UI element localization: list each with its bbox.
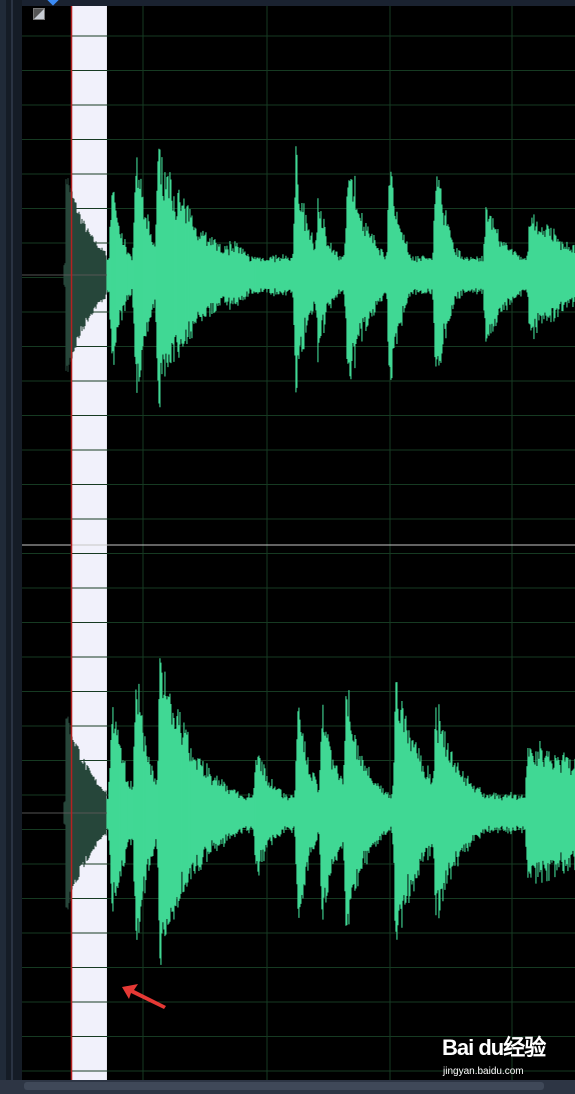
horizontal-scrollbar[interactable] [0, 1080, 575, 1094]
waveform-canvas[interactable] [0, 0, 575, 1094]
watermark-url: jingyan.baidu.com [443, 1066, 524, 1077]
watermark: Bai du经验 jingyan.baidu.com [440, 1030, 572, 1082]
scrollbar-thumb[interactable] [24, 1082, 544, 1090]
selection-region [71, 6, 107, 1080]
zoom-corner-icon[interactable] [33, 8, 45, 20]
waveform-editor[interactable]: Bai du经验 jingyan.baidu.com [0, 0, 575, 1094]
watermark-logo: Bai du经验 [442, 1035, 546, 1060]
